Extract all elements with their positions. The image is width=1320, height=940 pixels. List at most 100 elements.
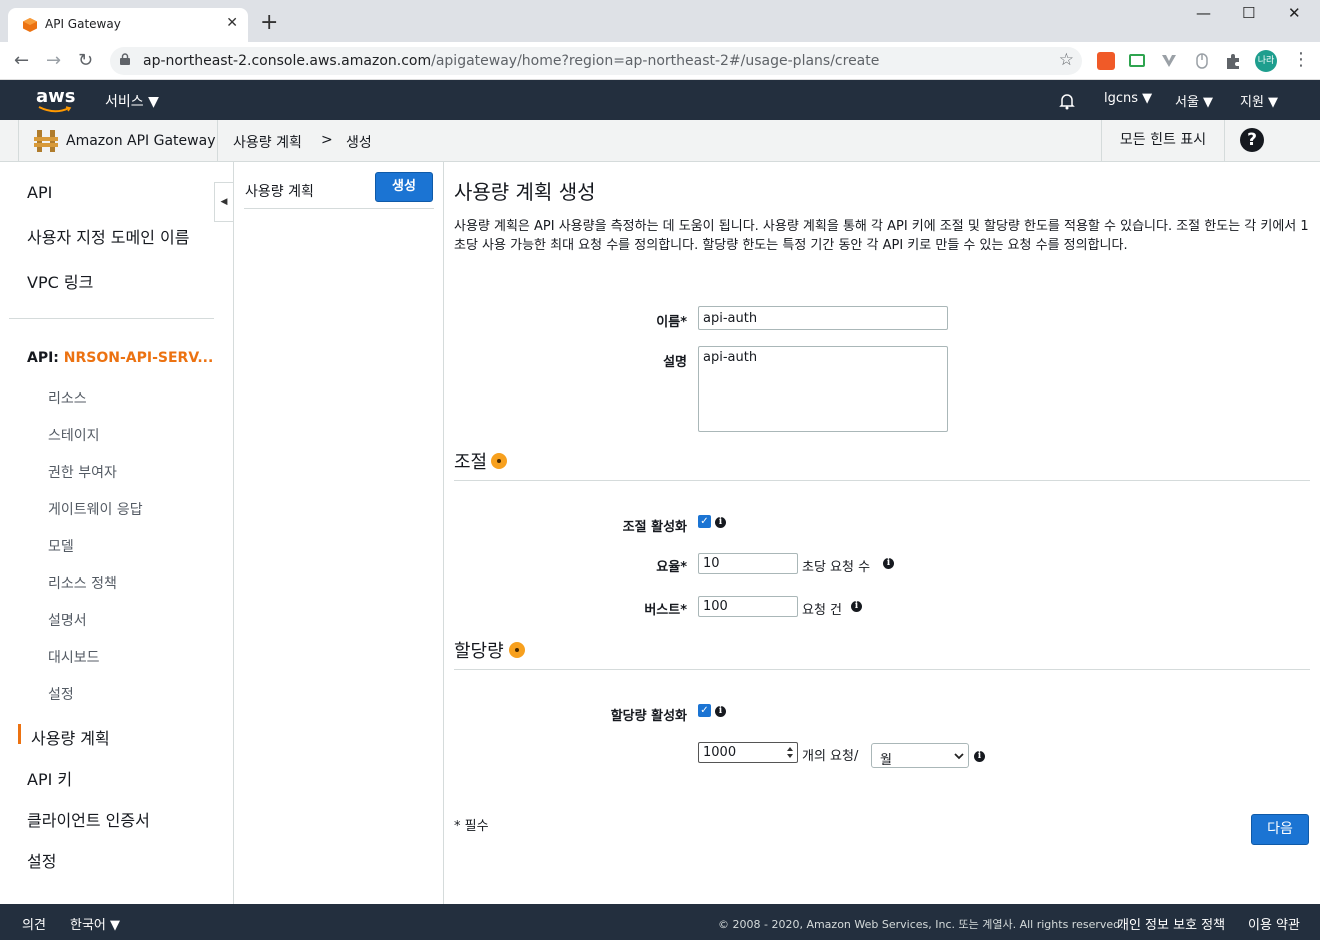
url-text: ap-northeast-2.console.aws.amazon.com/ap… <box>143 53 879 69</box>
aws-logo[interactable]: aws <box>36 86 76 107</box>
quota-period-info-icon[interactable]: i <box>974 751 985 762</box>
new-tab-icon[interactable]: + <box>260 12 278 34</box>
page-description: 사용량 계획은 API 사용량을 측정하는 데 도움이 됩니다. 사용량 계획을… <box>454 219 1309 253</box>
panel-divider <box>244 208 434 209</box>
nav-item-vpc-links[interactable]: VPC 링크 <box>27 269 93 293</box>
extension-mouse-icon[interactable] <box>1193 52 1211 70</box>
account-menu[interactable]: lgcns ▼ <box>1104 91 1152 106</box>
nav-item-settings[interactable]: 설정 <box>27 848 56 872</box>
spinner-arrows-icon[interactable] <box>786 746 794 759</box>
tab-close-icon[interactable]: ✕ <box>226 15 238 31</box>
api-gateway-favicon-icon <box>23 18 37 32</box>
window-close-icon[interactable]: ✕ <box>1288 4 1301 22</box>
quota-divider <box>454 669 1310 670</box>
enable-quota-checkbox[interactable]: ✓ <box>698 704 711 717</box>
feedback-link[interactable]: 의견 <box>22 914 46 933</box>
browser-menu-icon[interactable]: ⋮ <box>1292 49 1310 70</box>
enable-quota-label: 할당량 활성화 <box>610 709 687 724</box>
extension-v-icon[interactable] <box>1160 52 1178 70</box>
nav-item-authorizers[interactable]: 권한 부여자 <box>48 462 117 482</box>
extension-icon[interactable] <box>1097 52 1115 70</box>
back-icon[interactable]: ← <box>14 50 29 71</box>
services-menu[interactable]: 서비스 ▼ <box>105 91 159 111</box>
breadcrumb-create: 생성 <box>346 135 372 151</box>
notification-bell-icon[interactable] <box>1058 92 1076 110</box>
nav-item-models[interactable]: 모델 <box>48 536 74 556</box>
create-button[interactable]: 생성 <box>375 172 433 202</box>
quota-info-icon[interactable]: i <box>715 706 726 717</box>
page-title: 사용량 계획 생성 <box>454 180 596 204</box>
burst-label: 버스트* <box>644 603 687 618</box>
nav-item-usage-plans[interactable]: 사용량 계획 <box>31 725 110 749</box>
nav-divider <box>9 318 214 319</box>
nav-item-stages[interactable]: 스테이지 <box>48 425 100 445</box>
region-menu[interactable]: 서울 ▼ <box>1175 91 1213 110</box>
nav-item-apis[interactable]: API <box>27 183 52 202</box>
show-all-hints-button[interactable]: 모든 힌트 표시 <box>1101 120 1225 161</box>
nav-api-name[interactable]: API: NRSON-API-SERV... <box>27 350 213 366</box>
nav-item-resources[interactable]: 리소스 <box>48 388 87 408</box>
nav-item-gateway-responses[interactable]: 게이트웨이 응답 <box>48 499 143 519</box>
maximize-icon[interactable]: ☐ <box>1242 4 1255 22</box>
nav-item-api-keys[interactable]: API 키 <box>27 766 72 790</box>
breadcrumb-usage-plans[interactable]: 사용량 계획 <box>233 132 302 152</box>
lock-icon <box>120 53 130 65</box>
next-button[interactable]: 다음 <box>1251 814 1309 845</box>
quota-period-select[interactable]: 월 <box>871 743 969 768</box>
copyright-text: © 2008 - 2020, Amazon Web Services, Inc.… <box>718 918 1124 931</box>
terms-of-use-link[interactable]: 이용 약관 <box>1248 914 1300 933</box>
extensions-puzzle-icon[interactable] <box>1224 52 1242 70</box>
name-input[interactable] <box>698 306 948 330</box>
nav-item-resource-policy[interactable]: 리소스 정책 <box>48 573 117 593</box>
profile-avatar[interactable]: 나라 <box>1255 50 1277 72</box>
language-selector[interactable]: 한국어 ▼ <box>70 914 120 933</box>
extension-screen-icon[interactable] <box>1129 54 1145 67</box>
privacy-policy-link[interactable]: 개인 정보 보호 정책 <box>1117 914 1225 933</box>
rate-input[interactable] <box>698 553 798 574</box>
browser-toolbar: ← → ↻ ap-northeast-2.console.aws.amazon.… <box>0 42 1320 80</box>
breadcrumb-bar: Amazon API Gateway 사용량 계획 > 생성 모든 힌트 표시 … <box>0 120 1320 162</box>
quota-help-icon[interactable] <box>509 642 525 658</box>
quota-period-value: 월 <box>880 753 892 768</box>
address-bar[interactable]: ap-northeast-2.console.aws.amazon.com/ap… <box>110 47 1082 75</box>
rate-info-icon[interactable]: i <box>883 558 894 569</box>
enable-throttling-checkbox[interactable]: ✓ <box>698 515 711 528</box>
throttling-section-title: 조절 <box>454 452 488 473</box>
url-host: ap-northeast-2.console.aws.amazon.com <box>143 53 432 69</box>
bookmark-star-icon[interactable]: ☆ <box>1059 50 1074 70</box>
reload-icon[interactable]: ↻ <box>78 50 93 71</box>
aws-footer: 의견 한국어 ▼ © 2008 - 2020, Amazon Web Servi… <box>0 904 1320 940</box>
api-prefix: API: <box>27 350 64 366</box>
service-home-link[interactable]: Amazon API Gateway <box>18 120 218 161</box>
nav-item-documentation[interactable]: 설명서 <box>48 610 87 630</box>
nav-item-custom-domains[interactable]: 사용자 지정 도메인 이름 <box>27 224 189 248</box>
burst-info-icon[interactable]: i <box>851 601 862 612</box>
forward-icon[interactable]: → <box>46 50 61 71</box>
help-icon[interactable]: ? <box>1240 128 1264 152</box>
quota-limit-input[interactable]: 1000 <box>698 742 798 763</box>
active-nav-indicator <box>18 724 21 744</box>
enable-throttling-label: 조절 활성화 <box>622 520 687 535</box>
aws-smile-logo <box>38 106 72 113</box>
nav-item-api-settings[interactable]: 설정 <box>48 684 74 704</box>
burst-input[interactable] <box>698 596 798 617</box>
quota-section-title: 할당량 <box>454 641 504 662</box>
name-label: 이름* <box>656 315 687 330</box>
api-gateway-service-icon <box>34 130 58 152</box>
api-name-value: NRSON-API-SERV... <box>63 350 214 366</box>
breadcrumb-separator: > <box>321 132 333 148</box>
required-note: * 필수 <box>454 819 489 834</box>
usage-plan-list-panel: 사용량 계획 <box>233 162 444 904</box>
nav-item-client-certificates[interactable]: 클라이언트 인증서 <box>27 807 150 831</box>
browser-tab[interactable]: API Gateway ✕ <box>8 8 248 42</box>
nav-item-dashboard[interactable]: 대시보드 <box>48 647 100 667</box>
url-path: /apigateway/home?region=ap-northeast-2#/… <box>431 53 880 69</box>
rate-label: 요율* <box>656 560 687 575</box>
description-textarea[interactable]: api-auth <box>698 346 948 432</box>
throttling-divider <box>454 480 1310 481</box>
throttling-help-icon[interactable] <box>491 453 507 469</box>
support-menu[interactable]: 지원 ▼ <box>1240 91 1278 110</box>
throttling-info-icon[interactable]: i <box>715 517 726 528</box>
minimize-icon[interactable]: — <box>1196 4 1211 22</box>
collapse-panel-button[interactable]: ◀ <box>214 182 233 222</box>
